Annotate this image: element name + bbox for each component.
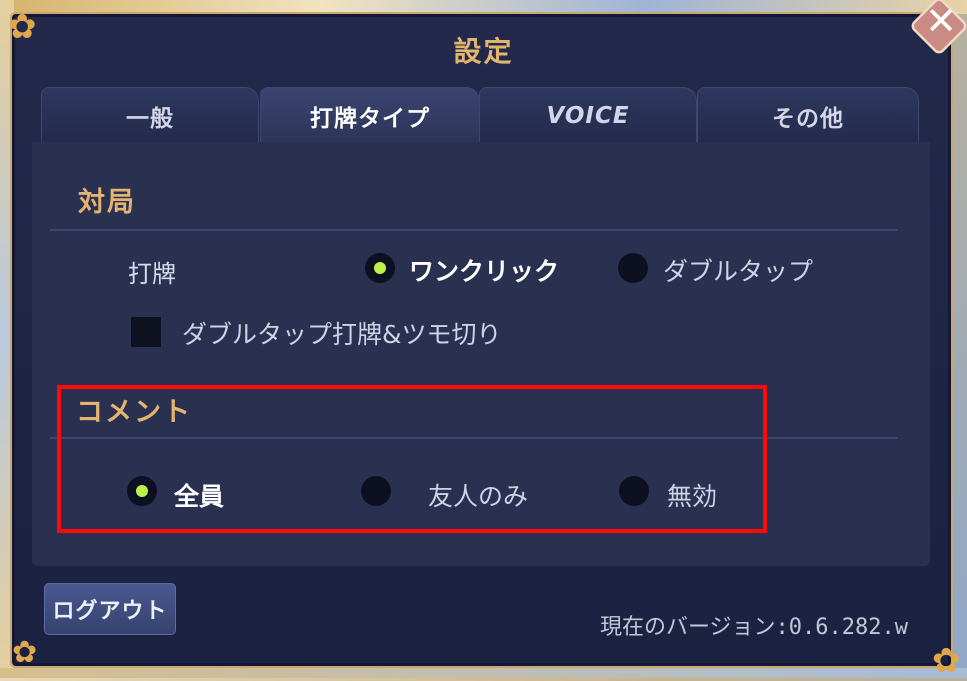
option-label-one-click[interactable]: ワンクリック (409, 252, 559, 288)
checkbox-double-tap-discard[interactable] (131, 317, 161, 347)
radio-one-click[interactable] (365, 253, 395, 283)
version-text: 現在のバージョン:0.6.282.w (600, 615, 909, 640)
discard-label: 打牌 (128, 260, 176, 288)
highlight-box (57, 385, 767, 533)
section-divider (50, 229, 898, 231)
dialog-title: 設定 (453, 35, 514, 68)
background-bottom (0, 668, 967, 678)
tab-general[interactable]: 一般 (41, 87, 259, 143)
tab-other[interactable]: その他 (697, 87, 919, 143)
checkbox-label-double-tap-discard[interactable]: ダブルタップ打牌&ツモ切り (182, 315, 502, 351)
tab-discard-type[interactable]: 打牌タイプ (260, 87, 480, 143)
tab-voice[interactable]: VOICE (479, 87, 697, 143)
maple-leaf-icon: ✿ (12, 635, 38, 670)
maple-leaf-icon: ✿ (932, 641, 961, 681)
logout-button[interactable]: ログアウト (44, 583, 176, 635)
option-label-double-tap[interactable]: ダブルタップ (663, 252, 813, 288)
section-title-match: 対局 (78, 187, 136, 218)
radio-double-tap[interactable] (618, 253, 648, 283)
